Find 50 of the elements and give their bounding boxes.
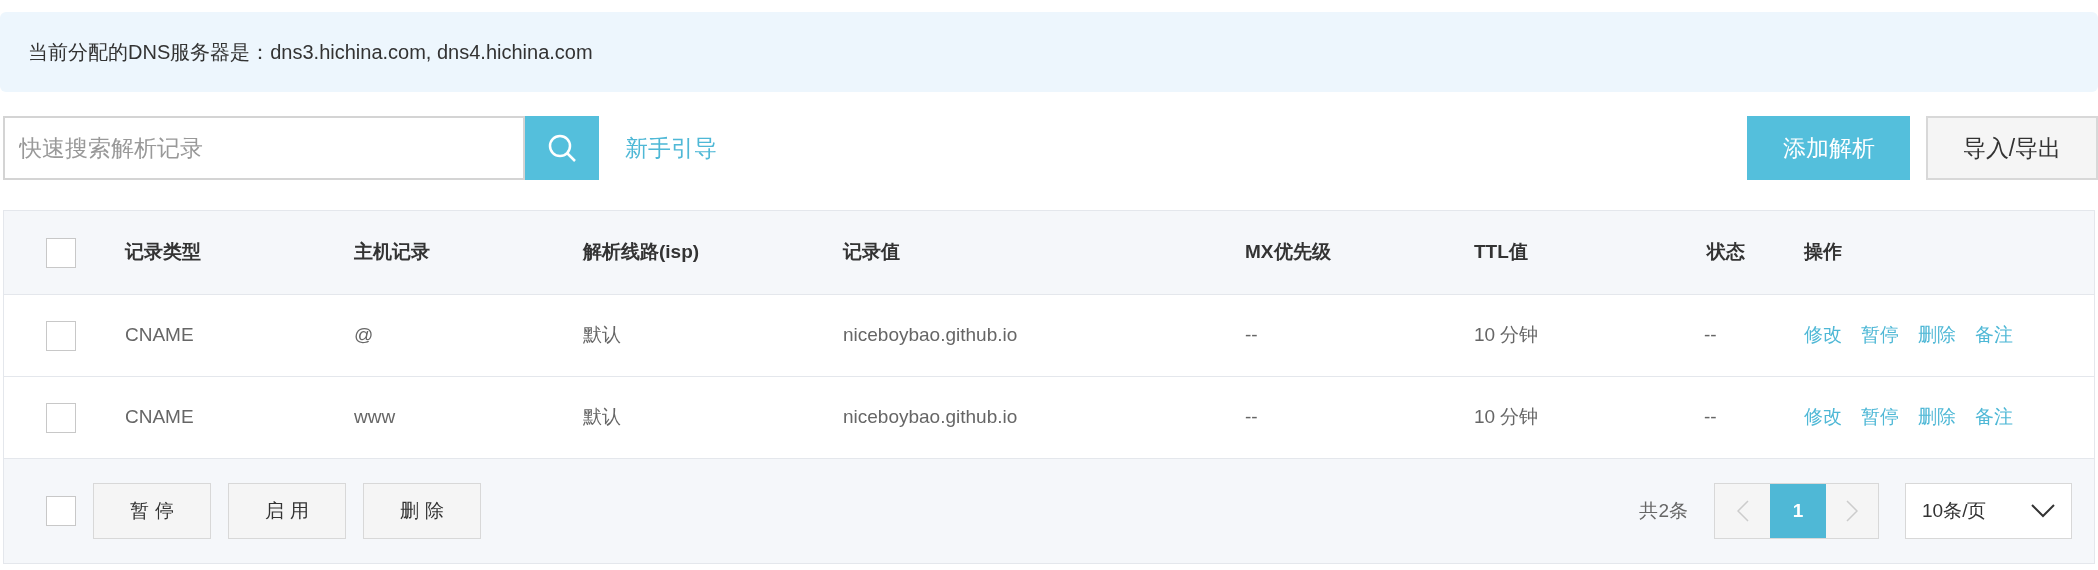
total-count: 共2条 bbox=[1639, 498, 1688, 523]
checkbox[interactable] bbox=[46, 496, 76, 526]
column-header: MX优先级 bbox=[1245, 241, 1331, 263]
table-cell: @ bbox=[354, 324, 374, 346]
column-header: 解析线路(isp) bbox=[583, 241, 700, 263]
action-link[interactable]: 删除 bbox=[1918, 321, 1956, 350]
table-cell: -- bbox=[1245, 406, 1258, 428]
table-cell: 默认 bbox=[583, 324, 621, 346]
table-cell: -- bbox=[1245, 324, 1258, 346]
bulk-action-button[interactable]: 启 用 bbox=[228, 483, 346, 539]
import-export-button[interactable]: 导入/导出 bbox=[1926, 116, 2098, 180]
checkbox[interactable] bbox=[46, 320, 76, 351]
page-size-select[interactable]: 10条/页 bbox=[1905, 483, 2072, 539]
add-record-button[interactable]: 添加解析 bbox=[1747, 116, 1910, 180]
table-cell: niceboybao.github.io bbox=[843, 406, 1018, 428]
guide-link[interactable]: 新手引导 bbox=[625, 130, 717, 166]
table-cell: 默认 bbox=[583, 406, 621, 428]
table-cell: 10 分钟 bbox=[1474, 406, 1539, 428]
action-link[interactable]: 暂停 bbox=[1861, 321, 1899, 350]
checkbox[interactable] bbox=[46, 402, 76, 433]
page-button[interactable]: 1 bbox=[1770, 484, 1826, 538]
action-link[interactable]: 备注 bbox=[1975, 321, 2013, 350]
table-cell: CNAME bbox=[125, 324, 194, 346]
chevron-right-icon bbox=[1846, 500, 1858, 522]
bulk-action-button[interactable]: 删 除 bbox=[363, 483, 481, 539]
column-header: 记录类型 bbox=[125, 241, 201, 263]
column-header: 操作 bbox=[1804, 241, 1842, 263]
bulk-action-button[interactable]: 暂 停 bbox=[93, 483, 211, 539]
search-icon bbox=[547, 133, 577, 163]
table-cell: 10 分钟 bbox=[1474, 324, 1539, 346]
column-header: TTL值 bbox=[1474, 241, 1528, 263]
table-cell: niceboybao.github.io bbox=[843, 324, 1018, 346]
table-cell: www bbox=[354, 406, 396, 428]
column-header: 主机记录 bbox=[354, 241, 430, 263]
table-cell: -- bbox=[1704, 324, 1717, 346]
chevron-left-icon bbox=[1736, 500, 1749, 522]
chevron-down-icon bbox=[2031, 504, 2055, 518]
column-header: 记录值 bbox=[843, 241, 900, 263]
action-link[interactable]: 删除 bbox=[1918, 403, 1956, 432]
dns-server-notice: 当前分配的DNS服务器是：dns3.hichina.com, dns4.hichina.com bbox=[28, 40, 593, 65]
action-link[interactable]: 暂停 bbox=[1861, 403, 1899, 432]
action-link[interactable]: 修改 bbox=[1804, 403, 1842, 432]
table-cell: -- bbox=[1704, 406, 1717, 428]
table-cell: CNAME bbox=[125, 406, 194, 428]
action-link[interactable]: 修改 bbox=[1804, 321, 1842, 350]
search-button[interactable] bbox=[525, 116, 599, 180]
column-header: 状态 bbox=[1707, 241, 1745, 263]
checkbox[interactable] bbox=[46, 237, 76, 268]
search-field[interactable]: 快速搜索解析记录 bbox=[3, 116, 525, 180]
action-link[interactable]: 备注 bbox=[1975, 403, 2013, 432]
